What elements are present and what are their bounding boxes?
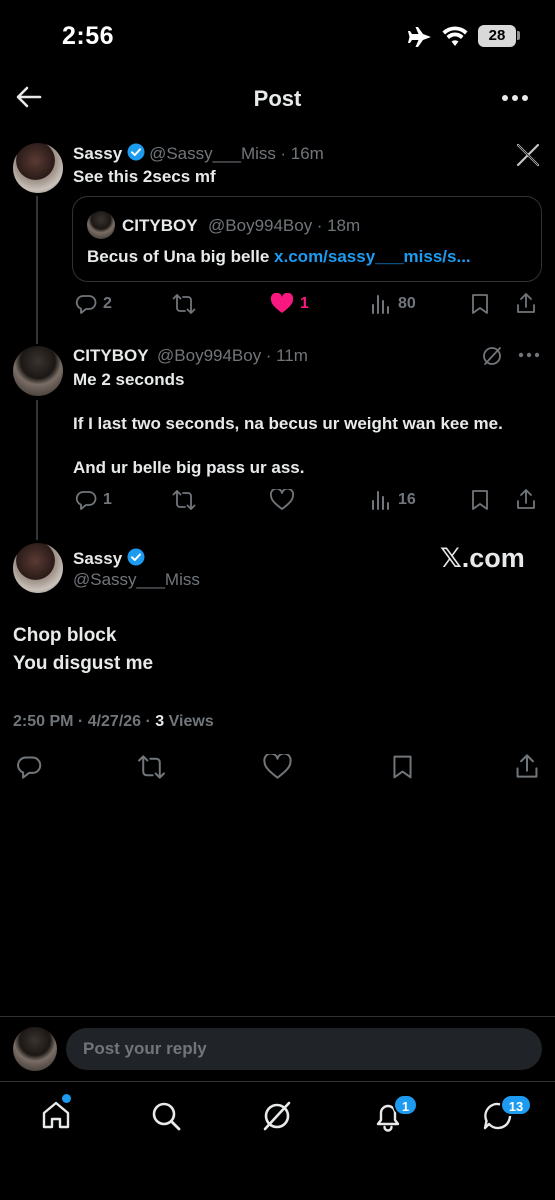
reply-button[interactable]: 1 [75, 489, 112, 511]
avatar [13, 1027, 57, 1071]
author-name[interactable]: CITYBOY [73, 346, 149, 365]
quoted-author-name: CITYBOY [122, 216, 198, 235]
heart-outline-icon[interactable] [263, 754, 292, 780]
share-icon[interactable] [515, 292, 537, 314]
author-handle[interactable]: @Boy994Boy [157, 346, 261, 365]
avatar[interactable] [13, 543, 63, 593]
main-post-text-line: Chop block [13, 625, 117, 646]
heart-filled-icon [270, 293, 294, 313]
author-handle[interactable]: @Sassy___Miss [73, 570, 200, 590]
views-label: Views [164, 713, 214, 730]
views-chart-icon [372, 295, 389, 314]
post-text-line: If I last two seconds, na becus ur weigh… [73, 414, 503, 433]
views-chart-icon [372, 491, 389, 510]
repost-icon[interactable] [137, 754, 166, 780]
views-count: 3 [155, 713, 165, 730]
divider [0, 1016, 555, 1017]
like-button[interactable]: 1 [270, 293, 309, 315]
reply-icon [75, 491, 97, 510]
bookmark-icon[interactable] [391, 754, 414, 780]
quoted-post-time: · 18m [316, 216, 361, 235]
grok-icon[interactable] [260, 1099, 294, 1133]
divider [0, 1081, 555, 1082]
battery-indicator: 28 [478, 25, 516, 47]
post-time: · 11m [265, 346, 308, 365]
avatar [87, 211, 115, 239]
timestamp: 2:50 PM · 4/27/26 · [13, 713, 156, 730]
reply-icon[interactable] [16, 754, 42, 780]
messages-badge: 13 [500, 1094, 532, 1116]
thread-line [36, 400, 38, 540]
verified-badge-icon [127, 143, 145, 161]
search-icon[interactable] [150, 1100, 182, 1132]
thread-line [36, 196, 38, 344]
like-count: 1 [300, 295, 309, 312]
home-notification-dot [62, 1094, 71, 1103]
views-button[interactable]: 80 [370, 293, 416, 315]
author-handle[interactable]: @Sassy___Miss [149, 144, 276, 163]
avatar[interactable] [13, 143, 63, 193]
home-icon[interactable] [40, 1099, 72, 1131]
wifi-icon [442, 26, 468, 46]
post-time: · 16m [280, 144, 324, 163]
like-button[interactable] [270, 489, 294, 511]
page-title: Post [253, 86, 302, 111]
main-author: Sassy [73, 548, 145, 569]
quoted-link[interactable]: x.com/sassy___miss/s... [274, 247, 471, 266]
x-logo-icon [516, 143, 540, 167]
share-icon[interactable] [515, 488, 537, 510]
post-text-line: Me 2 seconds [73, 370, 185, 389]
quoted-header: CITYBOY @Boy994Boy · 18m [122, 216, 360, 236]
quoted-post[interactable] [72, 196, 542, 282]
repost-button[interactable] [172, 489, 196, 511]
bookmark-icon[interactable] [470, 293, 490, 315]
post-meta: 2:50 PM · 4/27/26 · 3 Views [13, 713, 214, 731]
views-count: 16 [398, 491, 416, 508]
post-text: See this 2secs mf [73, 167, 216, 186]
notifications-badge: 1 [393, 1094, 418, 1116]
verified-badge-icon [127, 548, 145, 566]
quoted-text: Becus of Una big belle x.com/sassy___mis… [87, 247, 471, 267]
reply-input[interactable]: Post your reply [66, 1028, 542, 1070]
main-post-text-line: You disgust me [13, 653, 154, 674]
author-name[interactable]: Sassy [73, 549, 122, 568]
reply-count: 2 [103, 295, 112, 312]
quoted-author-handle: @Boy994Boy [208, 216, 313, 235]
views-button[interactable]: 16 [370, 489, 416, 511]
views-count: 80 [398, 295, 416, 312]
post-header: CITYBOY @Boy994Boy · 11m [73, 346, 308, 366]
more-options-icon[interactable] [501, 94, 529, 102]
more-options-icon[interactable] [518, 352, 540, 358]
source-logo: 𝕏.com [440, 543, 525, 573]
post-text-line: And ur belle big pass ur ass. [73, 458, 305, 477]
heart-outline-icon [270, 489, 294, 510]
reply-button[interactable]: 2 [75, 293, 112, 315]
quoted-text-content: Becus of Una big belle [87, 247, 270, 266]
post-header: Sassy @Sassy___Miss · 16m [73, 143, 324, 164]
share-icon[interactable] [514, 753, 540, 779]
airplane-mode-icon [408, 27, 431, 47]
repost-icon [172, 294, 196, 314]
avatar[interactable] [13, 346, 63, 396]
author-name[interactable]: Sassy [73, 144, 122, 163]
reply-icon [75, 295, 97, 314]
repost-icon [172, 490, 196, 510]
bookmark-icon[interactable] [470, 489, 490, 511]
status-time: 2:56 [62, 22, 115, 50]
repost-button[interactable] [172, 293, 196, 315]
reply-count: 1 [103, 491, 112, 508]
grok-icon[interactable] [481, 345, 503, 367]
battery-tip [517, 31, 520, 40]
